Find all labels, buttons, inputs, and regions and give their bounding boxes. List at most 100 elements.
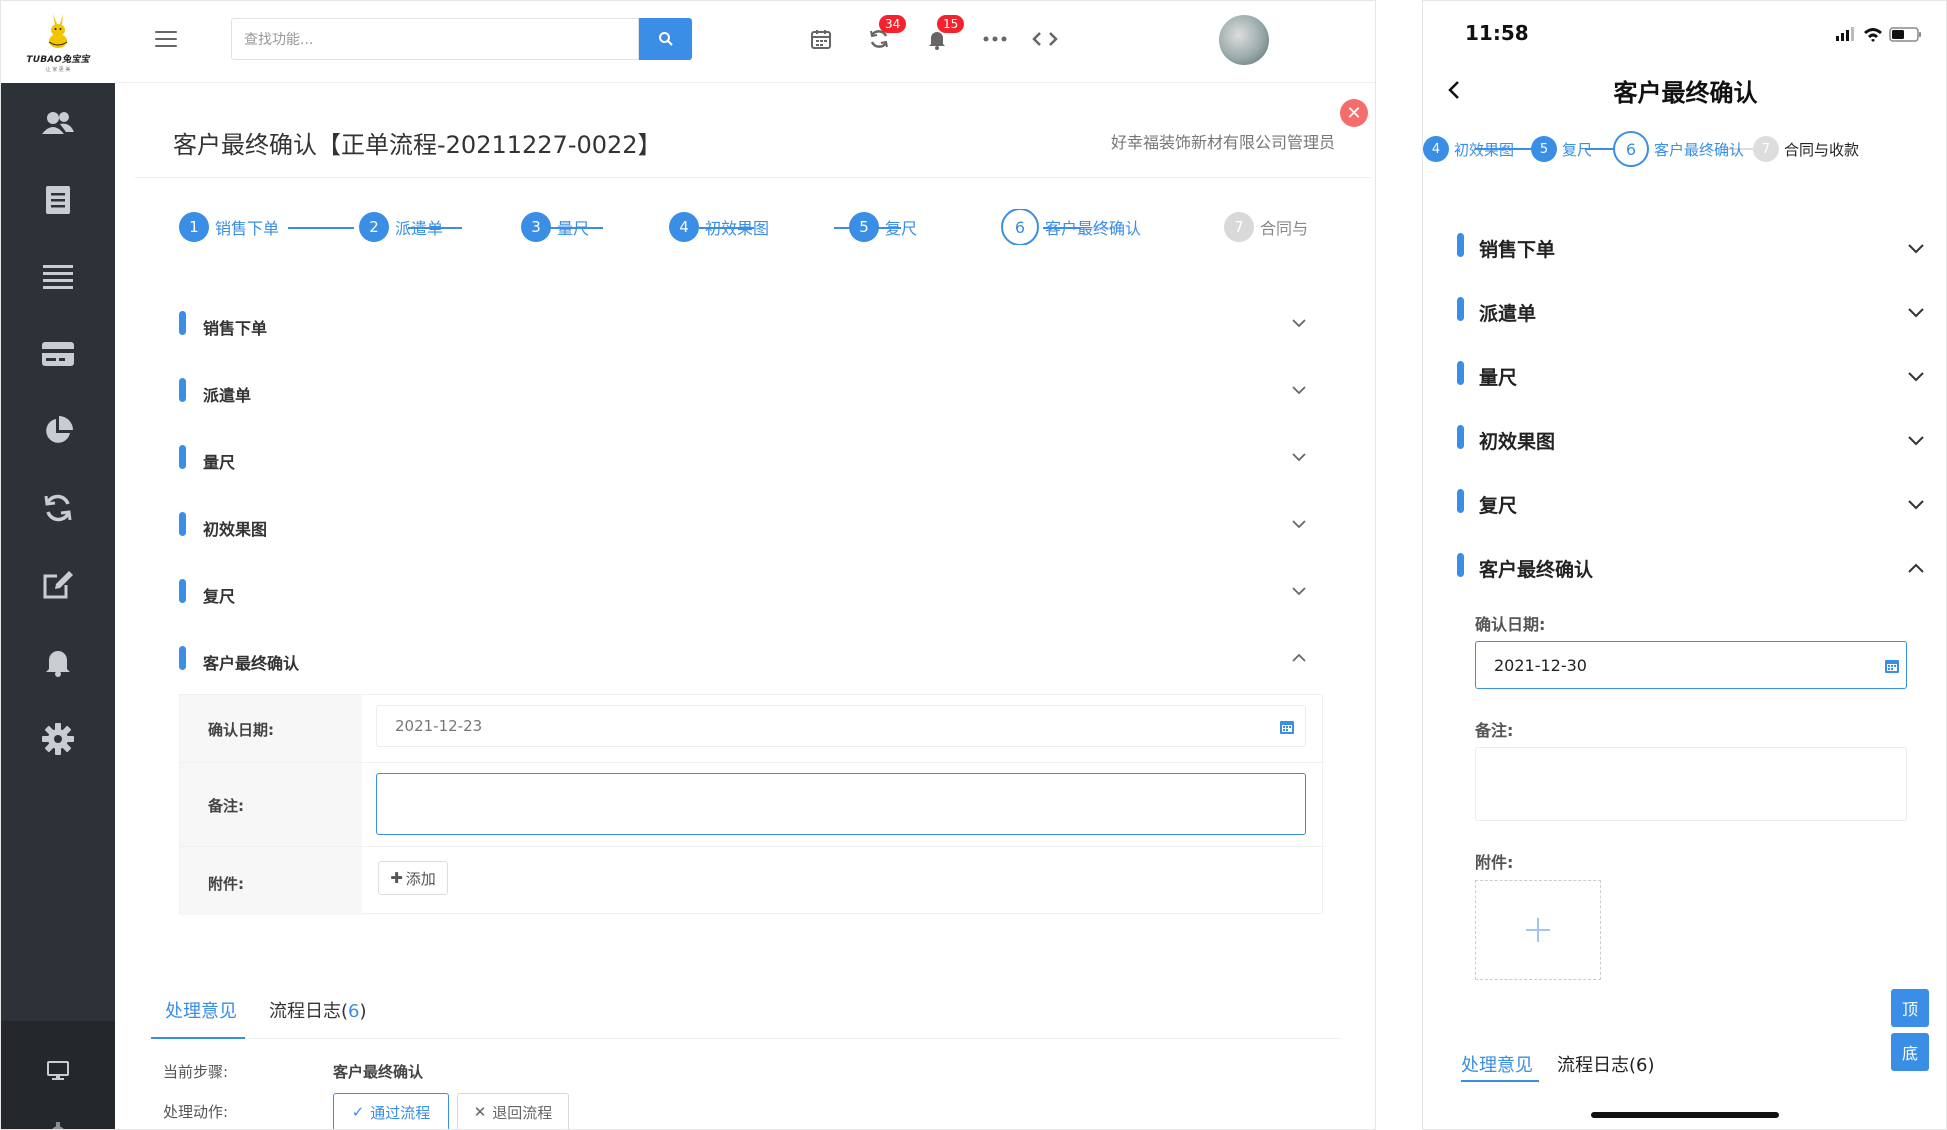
tab-log-close: )	[359, 1001, 367, 1022]
section-remeasure[interactable]: 复尺	[179, 575, 1319, 615]
refresh-button[interactable]: 34	[863, 15, 907, 55]
section-measure[interactable]: 量尺	[179, 441, 1319, 481]
menu-icon[interactable]	[155, 31, 177, 49]
pass-process-button[interactable]: ✓ 通过流程	[333, 1093, 449, 1129]
step-7[interactable]: 7 合同与收款	[1224, 209, 1309, 245]
check-icon: ✓	[351, 1103, 365, 1121]
scroll-bottom-button[interactable]: 底	[1891, 1033, 1929, 1071]
users-icon	[42, 112, 74, 134]
calendar-icon[interactable]	[1884, 658, 1900, 674]
section-title: 复尺	[203, 587, 236, 606]
status-icons	[1836, 27, 1921, 42]
step-6[interactable]: 6 客户最终确认	[1001, 209, 1141, 245]
section-marker	[179, 378, 186, 402]
add-attachment-button[interactable]: ✚ 添加	[378, 861, 448, 895]
step-label: 合同与收款	[1260, 219, 1309, 238]
sidebar-item-settings[interactable]	[1, 709, 115, 769]
step-5[interactable]: 5 复尺	[849, 209, 917, 245]
step-3[interactable]: 3 量尺	[521, 209, 589, 245]
code-button[interactable]	[1029, 23, 1061, 55]
step-2[interactable]: 2 派遣单	[359, 209, 443, 245]
step-1[interactable]: 1 销售下单	[179, 209, 279, 245]
sidebar-item-users[interactable]	[1, 93, 115, 153]
notification-button[interactable]: 15	[921, 15, 965, 55]
scroll-top-button[interactable]: 顶	[1891, 989, 1929, 1027]
chevron-down-icon	[1292, 386, 1306, 395]
m-upload-area[interactable]	[1475, 880, 1601, 980]
section-sales-order[interactable]: 销售下单	[179, 307, 1319, 347]
sidebar-item-documents[interactable]	[1, 170, 115, 230]
m-step-7[interactable]: 7 合同与收款	[1753, 136, 1859, 162]
section-initial-render[interactable]: 初效果图	[179, 508, 1319, 548]
search-input[interactable]: 查找功能...	[231, 18, 639, 60]
avatar[interactable]	[1219, 15, 1269, 65]
m-section-sales-order[interactable]: 销售下单	[1457, 227, 1927, 267]
active-tab-indicator	[151, 1037, 245, 1039]
m-step-4[interactable]: 4 初效果图	[1423, 136, 1514, 162]
more-button[interactable]	[979, 23, 1011, 55]
m-tab-opinion[interactable]: 处理意见	[1461, 1051, 1533, 1077]
m-step-5[interactable]: 5 复尺	[1531, 136, 1592, 162]
m-step-6[interactable]: 6 客户最终确认	[1613, 131, 1744, 167]
calendar-icon[interactable]	[1279, 719, 1295, 735]
desktop-window: TUBAO兔宝宝 让 家 更 美 查找功能... 34 15 ✕ 客户最终确认【…	[0, 0, 1376, 1130]
close-icon: ✕	[1346, 102, 1362, 124]
sidebar-item-settings-bottom[interactable]	[1, 1103, 115, 1129]
close-button[interactable]: ✕	[1340, 99, 1368, 127]
more-icon	[983, 36, 1007, 42]
m-section-measure[interactable]: 量尺	[1457, 355, 1927, 395]
section-marker	[179, 512, 186, 536]
search-button[interactable]	[639, 18, 692, 60]
m-remark-textarea[interactable]	[1475, 747, 1907, 821]
logo[interactable]: TUBAO兔宝宝 让 家 更 美	[1, 1, 115, 83]
remark-textarea[interactable]	[376, 773, 1306, 835]
section-customer-confirm[interactable]: 客户最终确认	[179, 642, 1319, 682]
pie-chart-icon	[46, 416, 73, 443]
step-4[interactable]: 4 初效果图	[669, 209, 769, 245]
m-tab-process-log[interactable]: 流程日志(6)	[1557, 1051, 1655, 1077]
confirm-date-input[interactable]: 2021-12-23	[376, 705, 1306, 747]
title-divider	[135, 177, 1371, 178]
sidebar-item-edit[interactable]	[1, 555, 115, 615]
form-row-date: 确认日期: 2021-12-23	[180, 695, 1324, 763]
sidebar-item-monitor[interactable]	[1, 1041, 115, 1101]
section-title: 初效果图	[203, 520, 268, 539]
sidebar-item-alarm[interactable]	[1, 632, 115, 692]
m-section-customer-confirm[interactable]: 客户最终确认	[1457, 547, 1927, 587]
wifi-icon	[1864, 28, 1882, 42]
search-placeholder: 查找功能...	[244, 32, 314, 48]
step-number: 2	[359, 212, 389, 242]
chevron-down-icon	[1292, 520, 1306, 529]
section-marker	[179, 646, 186, 670]
sidebar-item-sync[interactable]	[1, 478, 115, 538]
m-section-dispatch[interactable]: 派遣单	[1457, 291, 1927, 331]
m-section-remeasure[interactable]: 复尺	[1457, 483, 1927, 523]
sidebar-item-cards[interactable]	[1, 324, 115, 384]
section-title: 客户最终确认	[203, 654, 300, 673]
sidebar-item-statistics[interactable]	[1, 401, 115, 461]
edit-icon	[43, 571, 73, 599]
form-row-attachment: 附件: ✚ 添加	[180, 847, 1324, 915]
section-dispatch[interactable]: 派遣单	[179, 374, 1319, 414]
step-label: 合同与收款	[1784, 140, 1860, 159]
step-number: 1	[179, 212, 209, 242]
pass-button-label: 通过流程	[370, 1103, 431, 1122]
tab-opinion[interactable]: 处理意见	[165, 997, 237, 1023]
attachment-label: 附件:	[208, 875, 244, 893]
chevron-down-icon	[1292, 587, 1306, 596]
sidebar-item-list[interactable]	[1, 247, 115, 307]
m-confirm-date-input[interactable]: 2021-12-30	[1475, 641, 1907, 689]
refresh-badge: 34	[879, 15, 907, 33]
company-name: 好幸福装饰新材有限公司管理员	[1111, 133, 1336, 152]
m-section-initial-render[interactable]: 初效果图	[1457, 419, 1927, 459]
step-number: 6	[1613, 131, 1649, 167]
home-indicator	[1591, 1112, 1779, 1118]
remark-label: 备注:	[208, 797, 244, 815]
signal-icon	[1836, 36, 1839, 41]
calendar-button[interactable]	[805, 23, 837, 55]
return-process-button[interactable]: ✕ 退回流程	[457, 1093, 569, 1129]
m-attachment-label: 附件:	[1475, 853, 1514, 872]
tab-process-log[interactable]: 流程日志(6)	[269, 997, 367, 1023]
m-date-label: 确认日期:	[1475, 615, 1546, 634]
step-number: 6	[1001, 209, 1039, 245]
